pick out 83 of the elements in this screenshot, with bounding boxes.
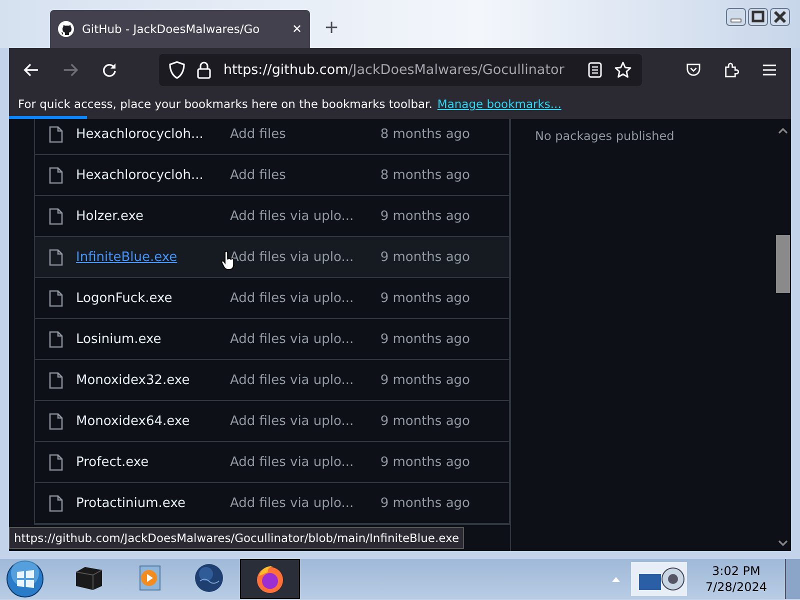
clock-date: 7/28/2024 [705,579,767,595]
file-icon [49,412,63,430]
commit-time: 8 months ago [380,126,470,142]
scroll-up-icon[interactable] [778,127,788,135]
forward-icon[interactable] [62,61,79,79]
file-icon [49,248,63,266]
commit-message-link[interactable]: Add files via uplo... [230,208,380,224]
file-icon [49,372,63,388]
tab-title: GitHub - JackDoesMalwares/Go [82,22,261,36]
file-name-link[interactable]: Profect.exe [76,454,230,470]
clock[interactable]: 3:02 PM 7/28/2024 [693,563,779,595]
packages-text: No packages published [535,129,674,143]
file-icon [49,454,63,470]
firefox-icon [255,564,285,594]
commit-message-link[interactable]: Add files via uplo... [230,496,380,510]
puzzle-icon[interactable] [723,61,740,79]
file-name-link[interactable]: Protactinium.exe [76,496,230,510]
reload-icon[interactable] [100,61,118,79]
start-button[interactable] [6,560,44,598]
commit-time: 9 months ago [380,372,470,388]
taskbar-app-button[interactable] [240,559,300,599]
shield-icon[interactable] [169,61,186,79]
box-icon [73,564,105,592]
minimize-button[interactable] [726,8,746,26]
file-name-link[interactable]: Monoxidex64.exe [76,414,230,428]
file-row[interactable]: LogonFuck.exe Add files via uplo... 9 months ago [35,278,509,319]
menu-icon[interactable] [762,63,777,77]
bookmarks-hint: For quick access, place your bookmarks here on the bookmarks toolbar. [18,97,432,111]
file-name-link[interactable]: Monoxidex32.exe [76,372,230,388]
commit-time: 9 months ago [380,414,470,428]
maximize-button[interactable] [748,8,768,26]
link-status-tooltip: https://github.com/JackDoesMalwares/Gocullinator/blob/main/InfiniteBlue.exe [9,527,464,549]
address-bar[interactable]: https://github.com/JackDoesMalwares/Gocullinator [159,54,642,86]
close-button[interactable] [770,8,790,26]
browser-tab[interactable]: GitHub - JackDoesMalwares/Go ✕ [50,10,310,48]
commit-time: 8 months ago [380,168,470,182]
file-row[interactable]: Monoxidex32.exe Add files via uplo... 9 months ago [35,360,509,401]
reader-view-icon[interactable] [588,62,602,78]
globe-icon [194,563,224,593]
new-tab-button[interactable]: + [324,17,340,38]
pocket-icon[interactable] [686,62,702,78]
commit-message-link[interactable]: Add files [230,126,380,142]
file-row[interactable]: Protactinium.exe Add files via uplo... 9 months ago [35,483,509,524]
manage-bookmarks-link[interactable]: Manage bookmarks... [437,97,562,111]
file-row[interactable]: Losinium.exe Add files via uplo... 9 months ago [35,319,509,360]
file-name-link[interactable]: Hexachlorocycloh... [76,126,230,142]
lock-icon[interactable] [197,61,212,79]
file-icon [49,166,63,184]
commit-time: 9 months ago [380,496,470,510]
file-icon [49,494,63,512]
commit-time: 9 months ago [380,290,470,306]
file-row[interactable]: Hexachlorocycloh... Add files 8 months ago [35,155,509,196]
file-icon [49,330,63,348]
file-name-link[interactable]: LogonFuck.exe [76,290,230,306]
file-row[interactable]: Profect.exe Add files via uplo... 9 months ago [35,442,509,483]
file-icon [49,290,63,306]
file-name-link[interactable]: Hexachlorocycloh... [76,168,230,182]
file-icon [49,126,63,142]
commit-time: 9 months ago [380,332,470,346]
commit-time: 9 months ago [380,250,470,264]
scroll-down-icon[interactable] [778,539,788,547]
tab-close-button[interactable]: ✕ [292,22,302,36]
show-desktop-button[interactable] [785,559,800,599]
url-text: https://github.com/JackDoesMalwares/Gocullinator [223,62,564,78]
commit-message-link[interactable]: Add files via uplo... [230,454,380,470]
file-name-link[interactable]: Losinium.exe [76,332,230,346]
commit-message-link[interactable]: Add files via uplo... [230,372,380,388]
commit-message-link[interactable]: Add files [230,168,380,182]
file-name-link[interactable]: Holzer.exe [76,208,230,224]
commit-time: 9 months ago [380,208,470,224]
commit-message-link[interactable]: Add files via uplo... [230,414,380,428]
file-row[interactable]: Hexachlorocycloh... Add files 8 months ago [35,119,509,155]
scrollbar-thumb[interactable] [776,235,790,293]
star-icon[interactable] [614,61,632,79]
file-row[interactable]: InfiniteBlue.exe Add files via uplo... 9 months ago [35,237,509,278]
commit-time: 9 months ago [380,454,470,470]
file-row[interactable]: Monoxidex64.exe Add files via uplo... 9 months ago [35,401,509,442]
commit-message-link[interactable]: Add files via uplo... [230,332,380,346]
back-icon[interactable] [23,61,40,79]
clock-time: 3:02 PM [712,563,760,579]
file-icon [49,208,63,224]
github-logo-icon [58,21,74,37]
commit-message-link[interactable]: Add files via uplo... [230,290,380,306]
